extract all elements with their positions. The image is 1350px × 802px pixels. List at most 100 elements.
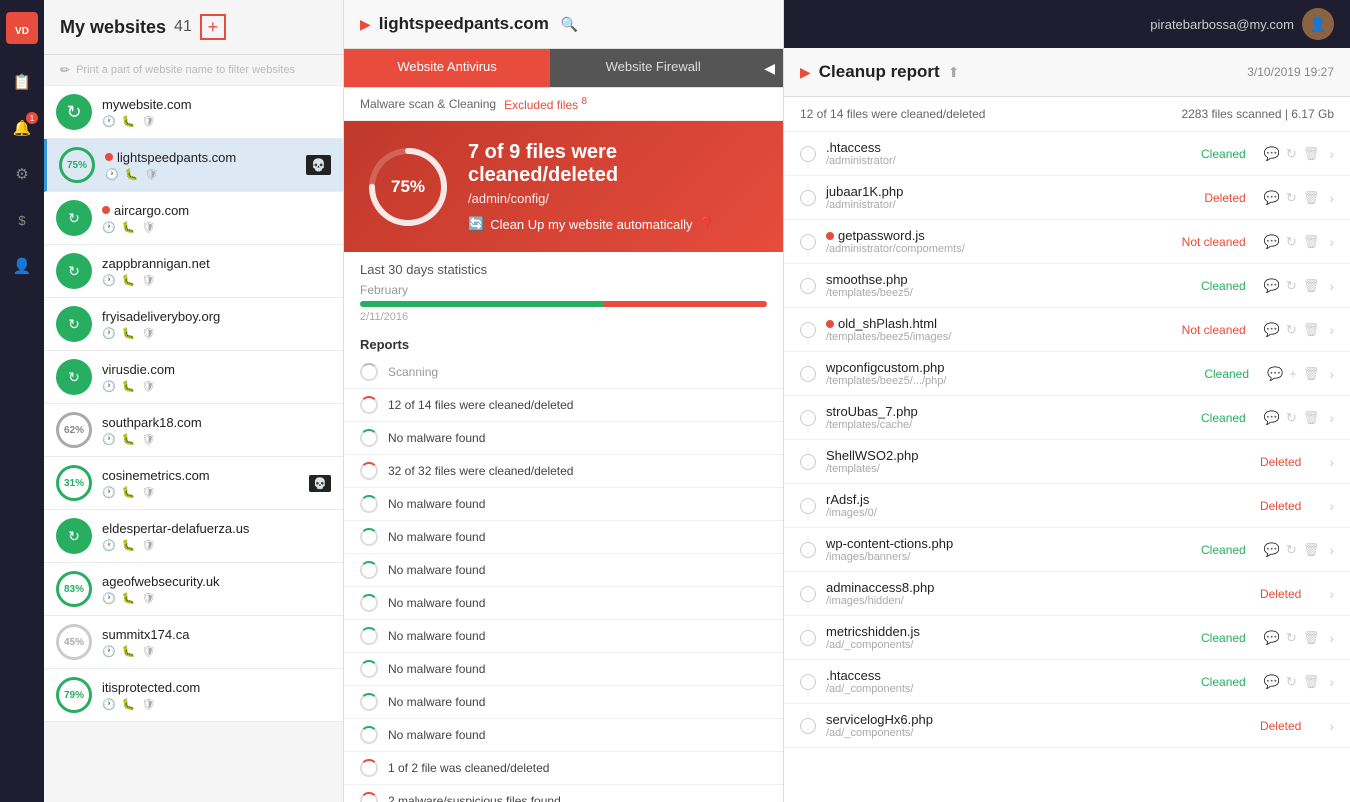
comment-icon[interactable]: 💬 [1264, 322, 1280, 338]
tab-firewall[interactable]: Website Firewall [550, 49, 756, 87]
report-item[interactable]: 2 malware/suspicious files found [344, 785, 783, 802]
report-item[interactable]: No malware found [344, 488, 783, 521]
comment-icon[interactable]: 💬 [1264, 410, 1280, 426]
file-checkbox[interactable] [800, 718, 816, 734]
file-checkbox[interactable] [800, 454, 816, 470]
file-chevron-icon[interactable]: › [1329, 630, 1334, 646]
expand-arrow-icon[interactable]: ▶ [360, 16, 371, 33]
site-item[interactable]: ↻ aircargo.com 🕐 🐛 🛡 [44, 192, 343, 245]
site-item-active[interactable]: 75% lightspeedpants.com 🕐 🐛 🛡 💀 [44, 139, 343, 192]
comment-icon[interactable]: 💬 [1264, 234, 1280, 250]
nav-websites-icon[interactable]: 📋 [8, 68, 36, 96]
file-chevron-icon[interactable]: › [1329, 278, 1334, 294]
file-chevron-icon[interactable]: › [1329, 234, 1334, 250]
file-checkbox[interactable] [800, 190, 816, 206]
report-item[interactable]: 12 of 14 files were cleaned/deleted [344, 389, 783, 422]
delete-icon[interactable]: 🗑 [1303, 322, 1320, 338]
file-checkbox[interactable] [800, 586, 816, 602]
comment-icon[interactable]: 💬 [1264, 190, 1280, 206]
report-item[interactable]: No malware found [344, 422, 783, 455]
file-checkbox[interactable] [800, 234, 816, 250]
user-avatar[interactable]: 👤 [1302, 8, 1334, 40]
site-item[interactable]: 62% southpark18.com 🕐 🐛 🛡 [44, 404, 343, 457]
file-item[interactable]: smoothse.php /templates/beez5/ Cleaned 💬… [784, 264, 1350, 308]
comment-icon[interactable]: 💬 [1264, 278, 1280, 294]
comment-icon[interactable]: 💬 [1267, 366, 1283, 382]
delete-icon[interactable]: 🗑 [1303, 630, 1320, 646]
site-item[interactable]: 31% cosinemetrics.com 🕐 🐛 🛡 💀 [44, 457, 343, 510]
report-item[interactable]: No malware found [344, 554, 783, 587]
file-chevron-icon[interactable]: › [1329, 322, 1334, 338]
comment-icon[interactable]: 💬 [1264, 674, 1280, 690]
file-chevron-icon[interactable]: › [1329, 498, 1334, 514]
file-item[interactable]: metricshidden.js /ad/_components/ Cleane… [784, 616, 1350, 660]
delete-icon[interactable]: 🗑 [1303, 146, 1320, 162]
site-item[interactable]: mywebsite.com 🕐 🐛 🛡 [44, 86, 343, 139]
restore-icon[interactable]: ↻ [1286, 674, 1297, 690]
delete-icon[interactable]: 🗑 [1303, 542, 1320, 558]
report-item[interactable]: No malware found [344, 587, 783, 620]
report-item[interactable]: No malware found [344, 620, 783, 653]
app-logo[interactable]: VD [4, 10, 40, 46]
expand-arrow-icon[interactable]: ▶ [800, 64, 811, 81]
file-checkbox[interactable] [800, 542, 816, 558]
add-icon[interactable]: + [1289, 366, 1297, 381]
report-item[interactable]: No malware found [344, 653, 783, 686]
excluded-files-link[interactable]: Excluded files 8 [504, 96, 587, 112]
restore-icon[interactable]: ↻ [1286, 630, 1297, 646]
delete-icon[interactable]: 🗑 [1303, 234, 1320, 250]
comment-icon[interactable]: 💬 [1264, 542, 1280, 558]
share-icon[interactable]: ⬆ [948, 64, 960, 81]
file-checkbox[interactable] [800, 630, 816, 646]
add-website-button[interactable]: + [200, 14, 226, 40]
report-item[interactable]: No malware found [344, 686, 783, 719]
file-checkbox[interactable] [800, 674, 816, 690]
collapse-button[interactable]: ◀ [756, 49, 783, 87]
site-item[interactable]: ↻ virusdie.com 🕐 🐛 🛡 [44, 351, 343, 404]
file-item[interactable]: old_shPlash.html /templates/beez5/images… [784, 308, 1350, 352]
file-chevron-icon[interactable]: › [1329, 542, 1334, 558]
file-checkbox[interactable] [800, 146, 816, 162]
nav-user-icon[interactable]: 👤 [8, 252, 36, 280]
restore-icon[interactable]: ↻ [1286, 190, 1297, 206]
file-chevron-icon[interactable]: › [1329, 190, 1334, 206]
file-chevron-icon[interactable]: › [1329, 718, 1334, 734]
delete-icon[interactable]: 🗑 [1303, 674, 1320, 690]
restore-icon[interactable]: ↻ [1286, 146, 1297, 162]
report-item[interactable]: No malware found [344, 719, 783, 752]
restore-icon[interactable]: ↻ [1286, 278, 1297, 294]
file-item[interactable]: getpassword.js /administrator/compomemts… [784, 220, 1350, 264]
site-item[interactable]: 83% ageofwebsecurity.uk 🕐 🐛 🛡 [44, 563, 343, 616]
file-checkbox[interactable] [800, 410, 816, 426]
site-item[interactable]: 45% summitx174.ca 🕐 🐛 🛡 [44, 616, 343, 669]
delete-icon[interactable]: 🗑 [1303, 410, 1320, 426]
file-chevron-icon[interactable]: › [1329, 146, 1334, 162]
file-checkbox[interactable] [800, 322, 816, 338]
file-chevron-icon[interactable]: › [1329, 454, 1334, 470]
nav-notifications-icon[interactable]: 🔔 1 [8, 114, 36, 142]
hero-action-button[interactable]: 🔄 Clean Up my website automatically ❓ [468, 216, 759, 232]
file-item[interactable]: rAdsf.js /images/0/ Deleted › [784, 484, 1350, 528]
tab-antivirus[interactable]: Website Antivirus [344, 49, 550, 87]
delete-icon[interactable]: 🗑 [1303, 278, 1320, 294]
site-item[interactable]: 79% itisprotected.com 🕐 🐛 🛡 [44, 669, 343, 722]
delete-icon[interactable]: 🗑 [1303, 366, 1320, 382]
file-item[interactable]: adminaccess8.php /images/hidden/ Deleted… [784, 572, 1350, 616]
report-item[interactable]: No malware found [344, 521, 783, 554]
file-item[interactable]: .htaccess /administrator/ Cleaned 💬 ↻ 🗑 … [784, 132, 1350, 176]
report-item[interactable]: 32 of 32 files were cleaned/deleted [344, 455, 783, 488]
restore-icon[interactable]: ↻ [1286, 410, 1297, 426]
file-item[interactable]: servicelogHx6.php /ad/_components/ Delet… [784, 704, 1350, 748]
comment-icon[interactable]: 💬 [1264, 630, 1280, 646]
file-checkbox[interactable] [800, 278, 816, 294]
nav-billing-icon[interactable]: $ [8, 206, 36, 234]
site-item[interactable]: ↻ zappbrannigan.net 🕐 🐛 🛡 [44, 245, 343, 298]
report-item[interactable]: 1 of 2 file was cleaned/deleted [344, 752, 783, 785]
restore-icon[interactable]: ↻ [1286, 322, 1297, 338]
nav-settings-icon[interactable]: ⚙ [8, 160, 36, 188]
site-item[interactable]: ↻ eldespertar-delafuerza.us 🕐 🐛 🛡 [44, 510, 343, 563]
file-item[interactable]: ShellWSO2.php /templates/ Deleted › [784, 440, 1350, 484]
file-item[interactable]: wpconfigcustom.php /templates/beez5/.../… [784, 352, 1350, 396]
file-item[interactable]: jubaar1K.php /administrator/ Deleted 💬 ↻… [784, 176, 1350, 220]
file-chevron-icon[interactable]: › [1329, 586, 1334, 602]
